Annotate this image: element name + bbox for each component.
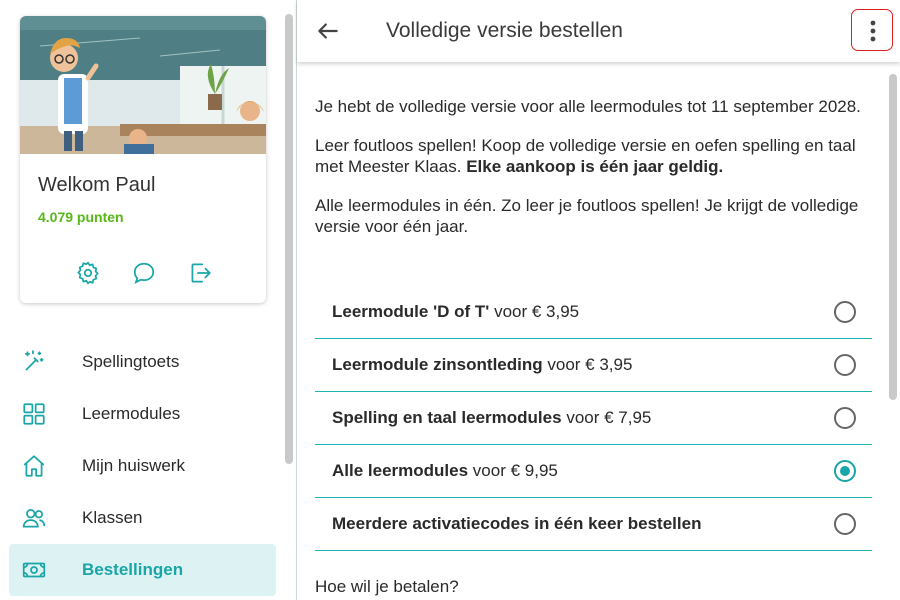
sidebar-item-label: Leermodules <box>82 404 181 423</box>
profile-card: Welkom Paul 4.079 punten <box>20 16 266 303</box>
option-label: Meerdere activatiecodes in één keer best… <box>332 514 702 533</box>
sidebar-item-mijn-huiswerk[interactable]: Mijn huiswerk <box>9 440 276 492</box>
sidebar-nav: Spellingtoets Leermodules Mijn huiswerk <box>0 336 296 596</box>
radio-button[interactable] <box>834 301 856 323</box>
chat-icon[interactable] <box>131 260 157 286</box>
order-info: Je hebt de volledige versie voor alle le… <box>315 96 875 255</box>
payment-question: Hoe wil je betalen? <box>315 577 459 596</box>
option-alle-leermodules[interactable]: Alle leermodules voor € 9,95 <box>315 445 872 498</box>
settings-icon[interactable] <box>75 260 101 286</box>
arrow-left-icon[interactable] <box>315 18 341 44</box>
option-label: Spelling en taal leermodules voor € 7,95 <box>332 408 652 427</box>
sidebar-scrollbar[interactable] <box>285 14 293 464</box>
classroom-banner-image <box>20 16 266 154</box>
option-spelling-en-taal[interactable]: Spelling en taal leermodules voor € 7,95 <box>315 392 872 445</box>
money-icon <box>21 557 47 583</box>
validity-note: Elke aankoop is één jaar geldig. <box>466 157 724 176</box>
description-text: Alle leermodules in één. Zo leer je fout… <box>315 196 859 236</box>
sidebar: Welkom Paul 4.079 punten Spellingtoets L… <box>0 0 297 600</box>
radio-button[interactable] <box>834 407 856 429</box>
sidebar-item-leermodules[interactable]: Leermodules <box>9 388 276 440</box>
home-icon <box>21 453 47 479</box>
main-scrollbar[interactable] <box>889 74 897 400</box>
sidebar-item-label: Bestellingen <box>82 560 184 579</box>
logout-icon[interactable] <box>187 260 213 286</box>
page-title: Volledige versie bestellen <box>386 19 623 42</box>
sidebar-item-bestellingen[interactable]: Bestellingen <box>9 544 276 596</box>
sidebar-item-klassen[interactable]: Klassen <box>9 492 276 544</box>
option-meerdere-activatiecodes[interactable]: Meerdere activatiecodes in één keer best… <box>315 498 872 551</box>
more-options-button[interactable] <box>851 9 893 51</box>
card-actions <box>20 260 266 286</box>
promo-text: Leer foutloos spellen! Koop de volledige… <box>315 136 856 176</box>
radio-button[interactable] <box>834 513 856 535</box>
option-d-of-t[interactable]: Leermodule 'D of T' voor € 3,95 <box>315 286 872 339</box>
sidebar-item-label: Spellingtoets <box>82 352 180 371</box>
option-label: Leermodule zinsontleding voor € 3,95 <box>332 355 633 374</box>
product-options: Leermodule 'D of T' voor € 3,95 Leermodu… <box>315 286 872 551</box>
option-label: Alle leermodules voor € 9,95 <box>332 461 558 480</box>
radio-button-selected[interactable] <box>834 460 856 482</box>
sidebar-item-label: Mijn huiswerk <box>82 456 185 475</box>
points-count: 4.079 punten <box>38 209 124 225</box>
welcome-text: Welkom Paul <box>38 174 156 196</box>
users-icon <box>21 505 47 531</box>
more-vertical-icon <box>870 20 876 42</box>
option-zinsontleding[interactable]: Leermodule zinsontleding voor € 3,95 <box>315 339 872 392</box>
radio-button[interactable] <box>834 354 856 376</box>
magic-wand-icon <box>21 349 47 375</box>
main-panel: Volledige versie bestellen Je hebt de vo… <box>297 0 900 600</box>
option-label: Leermodule 'D of T' voor € 3,95 <box>332 302 580 321</box>
app-bar: Volledige versie bestellen <box>297 0 900 62</box>
grid-icon <box>21 401 47 427</box>
license-status-text: Je hebt de volledige versie voor alle le… <box>315 97 861 116</box>
sidebar-item-label: Klassen <box>82 508 143 527</box>
sidebar-item-spellingtoets[interactable]: Spellingtoets <box>9 336 276 388</box>
